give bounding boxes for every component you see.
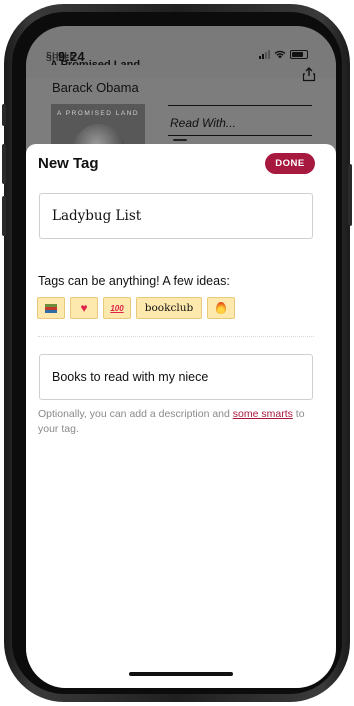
help-text-before: Optionally, you can add a description an… — [38, 408, 233, 420]
some-smarts-link[interactable]: some smarts — [233, 408, 293, 420]
sheet-grabber[interactable] — [173, 139, 187, 141]
ideas-label: Tags can be anything! A few ideas: — [38, 274, 230, 288]
description-input[interactable]: Books to read with my niece — [39, 354, 313, 400]
sheet-title: New Tag — [38, 155, 99, 172]
idea-chip-heart[interactable]: ♥ — [70, 297, 98, 319]
screen: 9:24 SHELF SHELF A Promised Land Barack … — [26, 26, 336, 688]
heart-icon: ♥ — [80, 301, 88, 315]
new-tag-sheet: New Tag DONE Ladybug List Tags can be an… — [26, 139, 336, 688]
wifi-icon — [274, 50, 286, 59]
idea-chips: ♥ 100 bookclub — [37, 297, 235, 319]
volume-down-button — [2, 196, 6, 236]
power-button — [348, 164, 352, 226]
books-icon — [45, 303, 57, 313]
book-title: A Promised Land — [50, 59, 141, 65]
signal-icon — [259, 50, 270, 59]
volume-up-button — [2, 144, 6, 184]
idea-chip-bookclub[interactable]: bookclub — [136, 297, 202, 319]
status-icons — [259, 50, 308, 59]
section-divider — [38, 336, 314, 337]
phone-frame: 9:24 SHELF SHELF A Promised Land Barack … — [2, 4, 352, 702]
battery-icon — [290, 50, 308, 59]
idea-chip-hundred[interactable]: 100 — [103, 297, 131, 319]
tag-name-value: Ladybug List — [52, 208, 142, 224]
tag-name-input[interactable]: Ladybug List — [39, 193, 313, 239]
fire-icon — [216, 302, 226, 314]
current-tag-label[interactable]: Read With... — [170, 116, 236, 130]
home-indicator[interactable] — [129, 672, 233, 676]
idea-chip-fire[interactable] — [207, 297, 235, 319]
cover-title: A PROMISED LAND — [57, 110, 140, 117]
description-value: Books to read with my niece — [52, 370, 209, 384]
mute-switch — [2, 104, 6, 126]
share-icon[interactable] — [302, 66, 316, 82]
idea-chip-books[interactable] — [37, 297, 65, 319]
hundred-icon: 100 — [110, 303, 124, 313]
done-button[interactable]: DONE — [265, 153, 315, 174]
tag-divider-bottom — [168, 135, 312, 136]
tag-divider-top — [168, 105, 312, 106]
book-author: Barack Obama — [52, 80, 139, 95]
help-text: Optionally, you can add a description an… — [38, 407, 314, 437]
